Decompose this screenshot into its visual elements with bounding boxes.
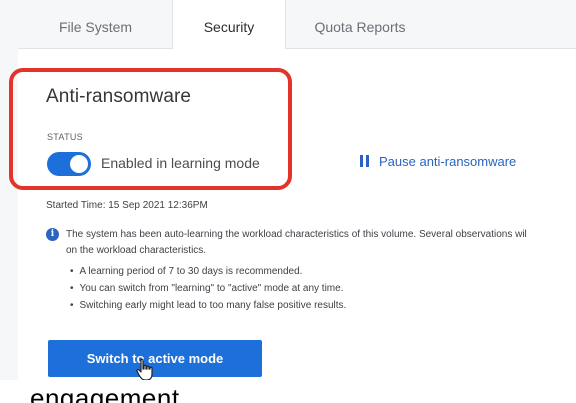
anti-ransomware-toggle[interactable] bbox=[47, 152, 91, 176]
video-caption: engagement. bbox=[30, 383, 188, 403]
started-time: Started Time: 15 Sep 2021 12:36PM bbox=[46, 200, 208, 211]
toggle-knob bbox=[70, 155, 88, 173]
tab-bar: File System Security Quota Reports bbox=[18, 0, 576, 49]
hand-cursor-icon bbox=[136, 358, 153, 381]
status-label: STATUS bbox=[47, 132, 83, 142]
info-line-1: The system has been auto-learning the wo… bbox=[66, 229, 527, 240]
toggle-status-text: Enabled in learning mode bbox=[101, 155, 260, 171]
switch-to-active-mode-button[interactable]: Switch to active mode bbox=[48, 340, 262, 377]
security-page: File System Security Quota Reports Anti-… bbox=[0, 0, 576, 403]
tab-quota-reports[interactable]: Quota Reports bbox=[290, 0, 430, 48]
pause-link-label: Pause anti-ransomware bbox=[379, 154, 517, 169]
tab-file-system[interactable]: File System bbox=[18, 0, 173, 48]
info-line-2: on the workload characteristics. bbox=[66, 245, 207, 256]
info-icon: i bbox=[46, 228, 59, 241]
info-bullet-list: A learning period of 7 to 30 days is rec… bbox=[70, 263, 347, 314]
pause-anti-ransomware-link[interactable]: Pause anti-ransomware bbox=[360, 154, 516, 169]
tab-security[interactable]: Security bbox=[172, 0, 286, 49]
caption-band: engagement. bbox=[0, 380, 576, 403]
list-item: You can switch from "learning" to "activ… bbox=[70, 280, 346, 297]
list-item: A learning period of 7 to 30 days is rec… bbox=[70, 263, 346, 280]
pause-icon bbox=[360, 155, 370, 167]
section-title: Anti-ransomware bbox=[46, 86, 192, 107]
list-item: Switching early might lead to too many f… bbox=[70, 297, 347, 314]
info-message: The system has been auto-learning the wo… bbox=[66, 227, 576, 259]
